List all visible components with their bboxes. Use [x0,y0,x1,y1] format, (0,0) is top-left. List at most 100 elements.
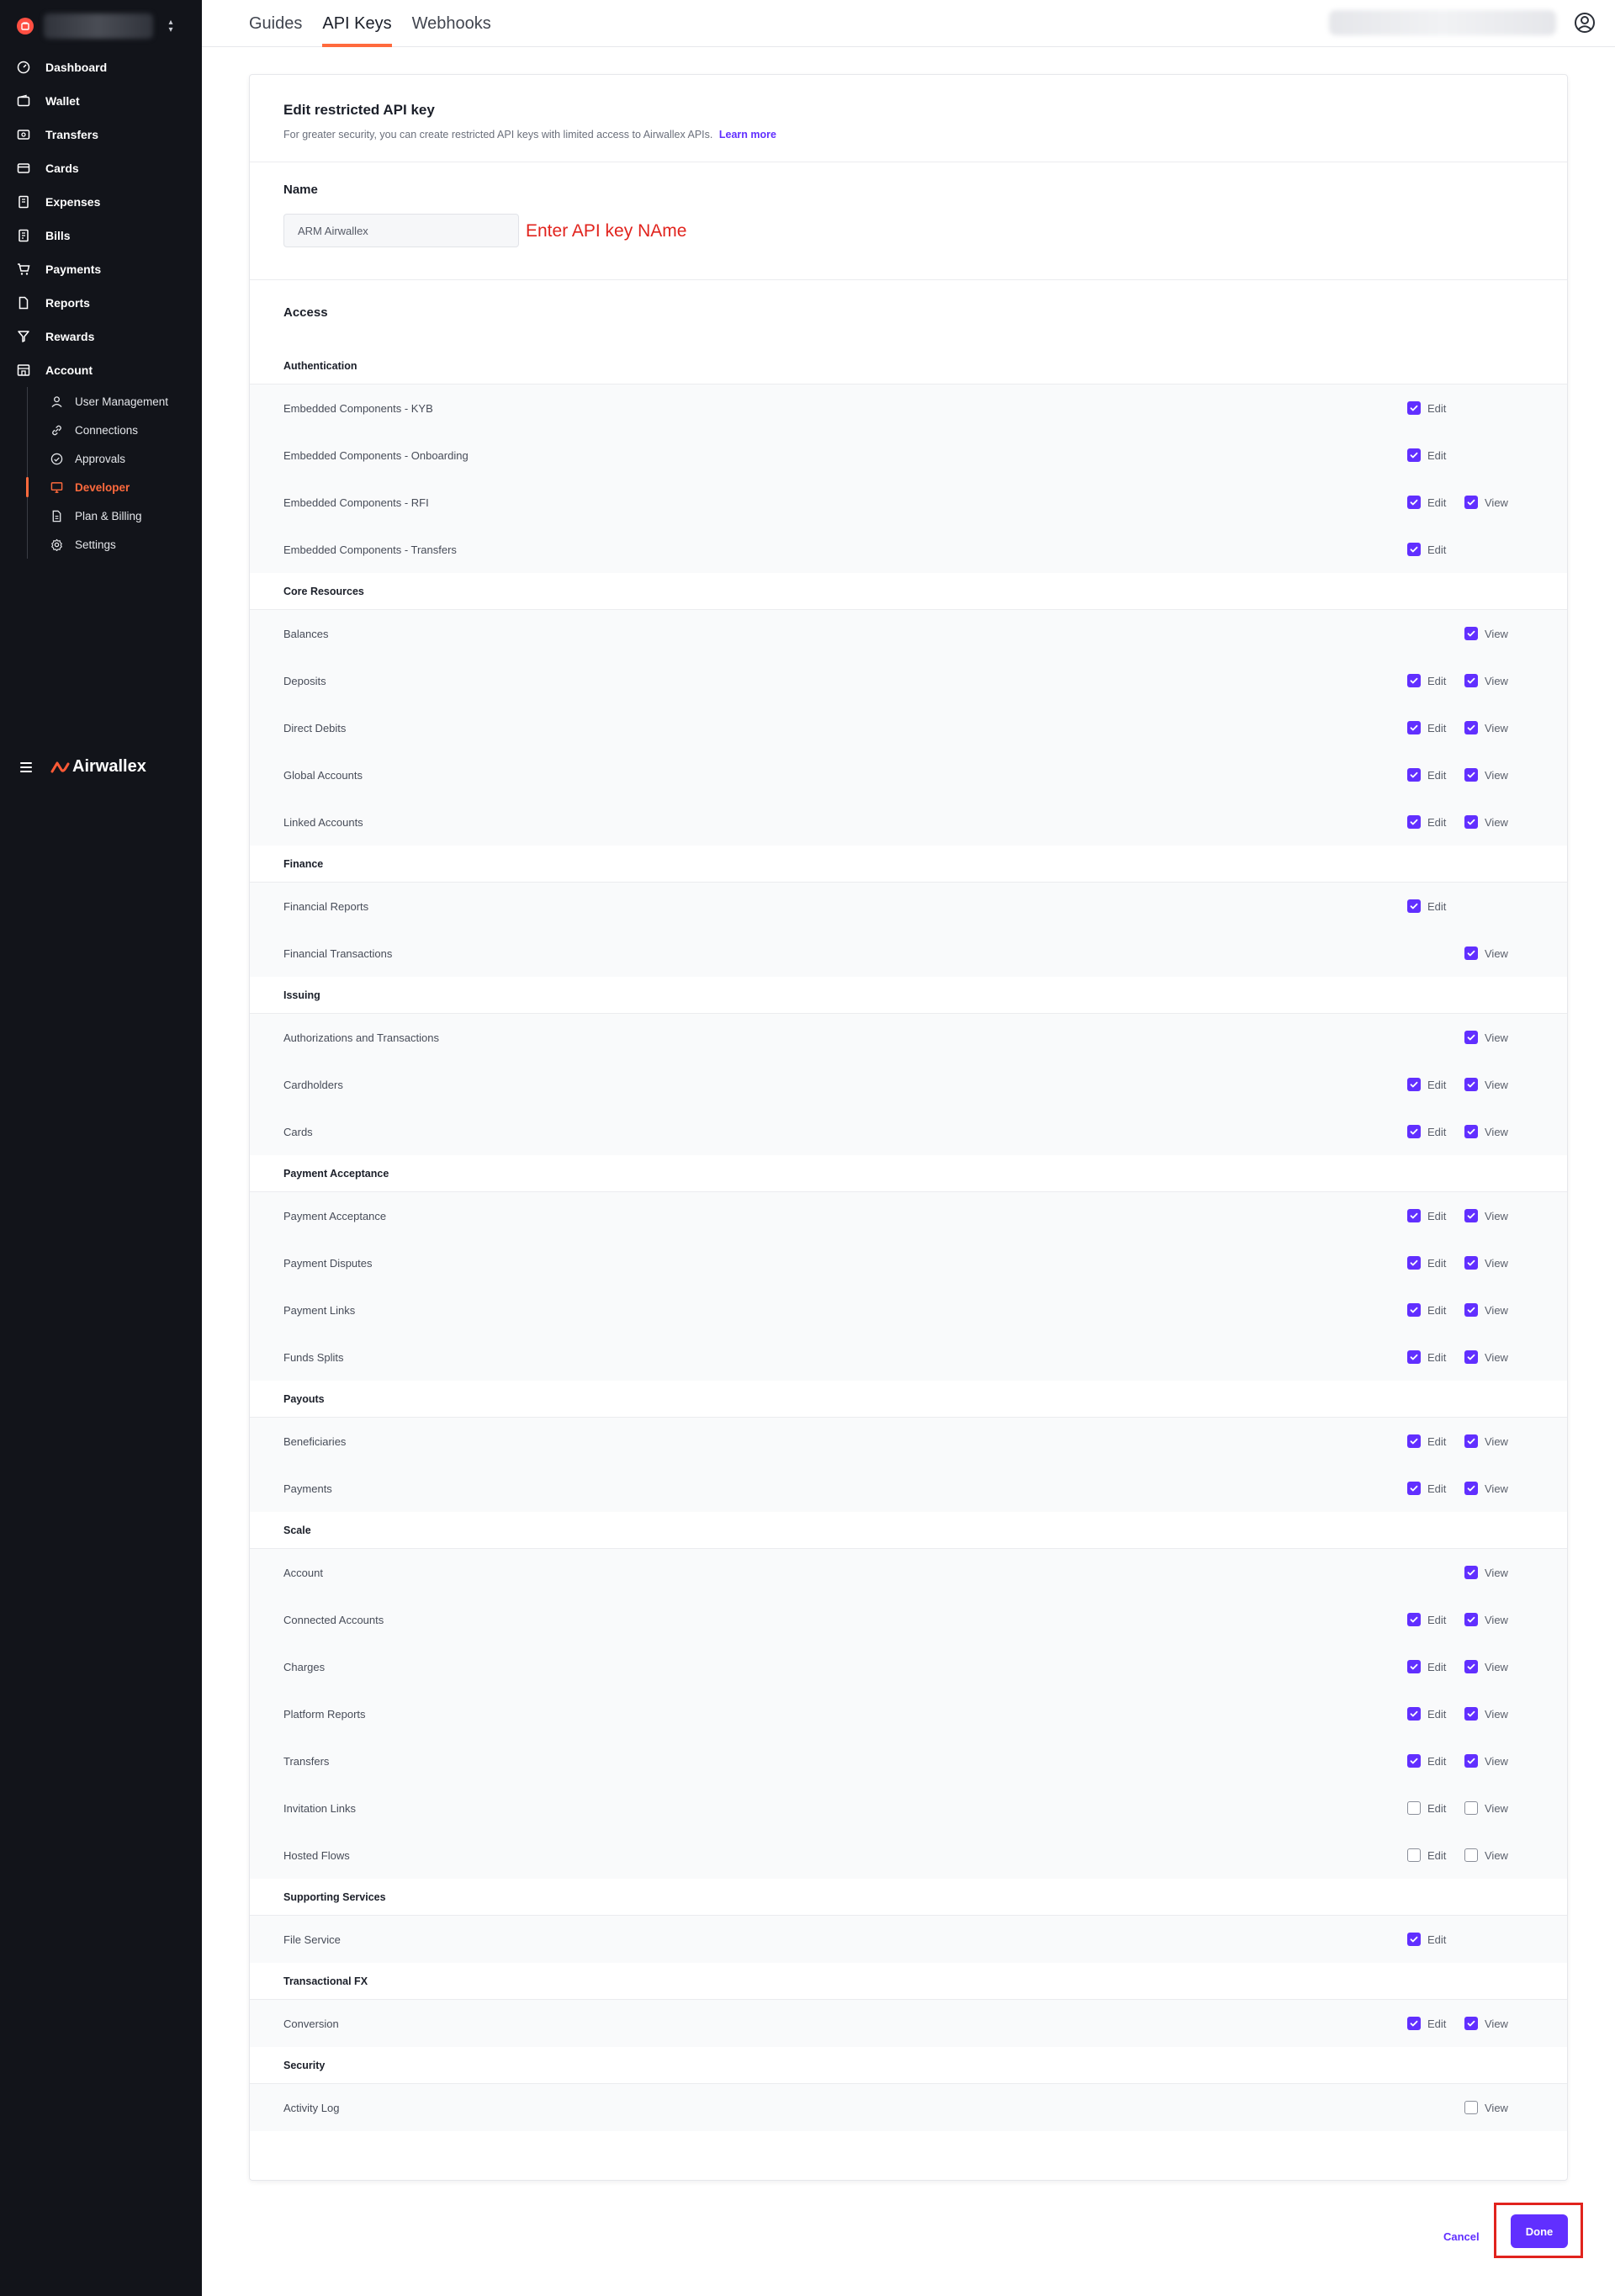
sidebar-subitem-approvals[interactable]: Approvals [28,444,202,473]
checkbox-checked-icon[interactable] [1407,1933,1421,1946]
edit-checkbox[interactable]: Edit [1407,1832,1446,1879]
edit-checkbox[interactable]: Edit [1407,657,1446,704]
checkbox-checked-icon[interactable] [1464,1303,1478,1317]
edit-checkbox[interactable]: Edit [1407,751,1446,798]
view-checkbox[interactable]: View [1464,610,1508,657]
checkbox-checked-icon[interactable] [1407,815,1421,829]
view-checkbox[interactable]: View [1464,2000,1508,2047]
profile-icon[interactable] [1573,11,1596,34]
checkbox-checked-icon[interactable] [1407,448,1421,462]
org-switcher[interactable]: ▴ ▾ [17,12,185,40]
edit-checkbox[interactable]: Edit [1407,1418,1446,1465]
sidebar-item-bills[interactable]: Bills [0,219,202,252]
checkbox-checked-icon[interactable] [1464,1350,1478,1364]
sidebar-subitem-user-management[interactable]: User Management [28,387,202,416]
checkbox-checked-icon[interactable] [1464,721,1478,734]
checkbox-unchecked-icon[interactable] [1464,1848,1478,1862]
checkbox-unchecked-icon[interactable] [1464,1801,1478,1815]
checkbox-checked-icon[interactable] [1407,1613,1421,1626]
checkbox-checked-icon[interactable] [1407,1078,1421,1091]
checkbox-checked-icon[interactable] [1407,768,1421,782]
edit-checkbox[interactable]: Edit [1407,1286,1446,1334]
checkbox-checked-icon[interactable] [1464,1125,1478,1138]
checkbox-checked-icon[interactable] [1464,1078,1478,1091]
chevron-updown-icon[interactable]: ▴ ▾ [165,18,177,34]
edit-checkbox[interactable]: Edit [1407,704,1446,751]
view-checkbox[interactable]: View [1464,1596,1508,1643]
view-checkbox[interactable]: View [1464,1239,1508,1286]
sidebar-subitem-connections[interactable]: Connections [28,416,202,444]
edit-checkbox[interactable]: Edit [1407,1108,1446,1155]
checkbox-checked-icon[interactable] [1407,1707,1421,1721]
tab-webhooks[interactable]: Webhooks [412,0,491,47]
checkbox-checked-icon[interactable] [1407,1350,1421,1364]
checkbox-checked-icon[interactable] [1407,1482,1421,1495]
checkbox-checked-icon[interactable] [1407,2017,1421,2030]
view-checkbox[interactable]: View [1464,479,1508,526]
sidebar-item-cards[interactable]: Cards [0,151,202,185]
checkbox-checked-icon[interactable] [1407,1660,1421,1673]
checkbox-checked-icon[interactable] [1464,2017,1478,2030]
tab-guides[interactable]: Guides [249,0,302,47]
view-checkbox[interactable]: View [1464,1286,1508,1334]
sidebar-item-expenses[interactable]: Expenses [0,185,202,219]
checkbox-checked-icon[interactable] [1407,674,1421,687]
tab-api-keys[interactable]: API Keys [322,0,392,47]
view-checkbox[interactable]: View [1464,2084,1508,2131]
checkbox-checked-icon[interactable] [1464,947,1478,960]
sidebar-item-dashboard[interactable]: Dashboard [0,50,202,84]
view-checkbox[interactable]: View [1464,1832,1508,1879]
view-checkbox[interactable]: View [1464,1737,1508,1784]
sidebar-item-account[interactable]: Account [0,353,202,387]
checkbox-checked-icon[interactable] [1407,1209,1421,1222]
sidebar-subitem-settings[interactable]: Settings [28,530,202,559]
checkbox-checked-icon[interactable] [1464,1031,1478,1044]
edit-checkbox[interactable]: Edit [1407,526,1446,573]
view-checkbox[interactable]: View [1464,1061,1508,1108]
checkbox-checked-icon[interactable] [1464,1707,1478,1721]
api-key-name-input[interactable] [283,214,519,247]
view-checkbox[interactable]: View [1464,657,1508,704]
checkbox-checked-icon[interactable] [1464,1482,1478,1495]
edit-checkbox[interactable]: Edit [1407,1784,1446,1832]
edit-checkbox[interactable]: Edit [1407,479,1446,526]
checkbox-unchecked-icon[interactable] [1407,1848,1421,1862]
edit-checkbox[interactable]: Edit [1407,1239,1446,1286]
menu-icon[interactable] [20,761,32,772]
checkbox-unchecked-icon[interactable] [1464,2101,1478,2114]
checkbox-checked-icon[interactable] [1407,496,1421,509]
checkbox-checked-icon[interactable] [1407,1125,1421,1138]
checkbox-unchecked-icon[interactable] [1407,1801,1421,1815]
checkbox-checked-icon[interactable] [1407,1303,1421,1317]
view-checkbox[interactable]: View [1464,1014,1508,1061]
checkbox-checked-icon[interactable] [1407,1256,1421,1270]
checkbox-checked-icon[interactable] [1464,768,1478,782]
edit-checkbox[interactable]: Edit [1407,1916,1446,1963]
sidebar-item-reports[interactable]: Reports [0,286,202,320]
edit-checkbox[interactable]: Edit [1407,432,1446,479]
learn-more-link[interactable]: Learn more [719,129,776,141]
view-checkbox[interactable]: View [1464,930,1508,977]
checkbox-checked-icon[interactable] [1407,543,1421,556]
checkbox-checked-icon[interactable] [1407,721,1421,734]
checkbox-checked-icon[interactable] [1407,1434,1421,1448]
edit-checkbox[interactable]: Edit [1407,1643,1446,1690]
edit-checkbox[interactable]: Edit [1407,1192,1446,1239]
edit-checkbox[interactable]: Edit [1407,2000,1446,2047]
done-button[interactable]: Done [1511,2214,1568,2248]
checkbox-checked-icon[interactable] [1464,627,1478,640]
view-checkbox[interactable]: View [1464,1784,1508,1832]
view-checkbox[interactable]: View [1464,1418,1508,1465]
sidebar-item-rewards[interactable]: Rewards [0,320,202,353]
checkbox-checked-icon[interactable] [1407,1754,1421,1768]
sidebar-item-wallet[interactable]: Wallet [0,84,202,118]
checkbox-checked-icon[interactable] [1464,1434,1478,1448]
view-checkbox[interactable]: View [1464,1334,1508,1381]
edit-checkbox[interactable]: Edit [1407,1334,1446,1381]
view-checkbox[interactable]: View [1464,1108,1508,1155]
checkbox-checked-icon[interactable] [1464,1256,1478,1270]
checkbox-checked-icon[interactable] [1407,899,1421,913]
checkbox-checked-icon[interactable] [1464,496,1478,509]
sidebar-item-payments[interactable]: Payments [0,252,202,286]
view-checkbox[interactable]: View [1464,704,1508,751]
